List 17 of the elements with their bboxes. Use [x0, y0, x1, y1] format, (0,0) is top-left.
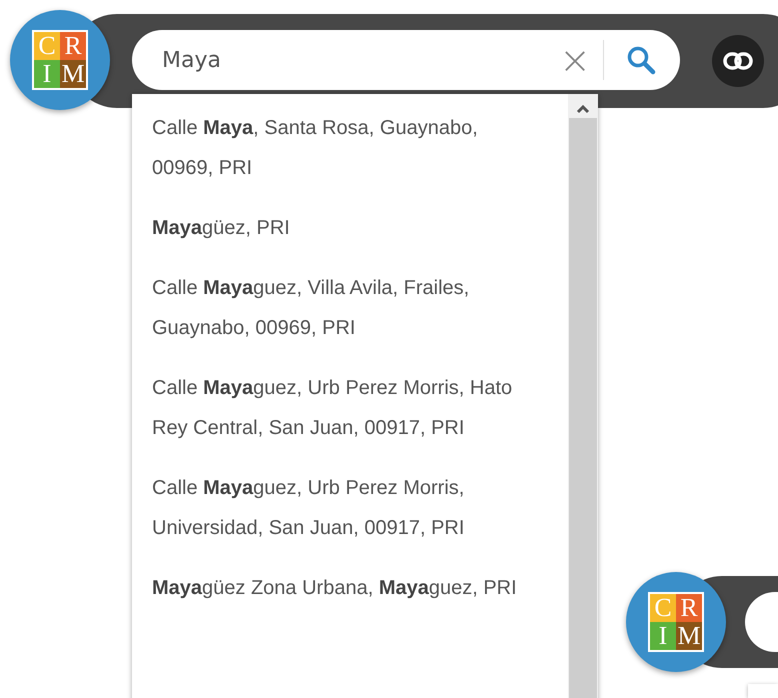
suggestion-item[interactable]: Calle Mayaguez, Villa Avila, Frailes, Guaynabo, 00969, PRI [152, 268, 537, 368]
suggestion-item[interactable]: Calle Maya, Santa Rosa, Guaynabo, 00969, PRI [152, 108, 537, 208]
logo-letter: R [676, 594, 702, 622]
search-field[interactable]: Maya × [132, 30, 680, 90]
suggestion-item[interactable]: Calle Mayaguez, Urb Perez Morris, Hato Rey Central, San Juan, 00917, PRI [152, 368, 537, 468]
suggestion-item[interactable]: Mayagüez, PRI [152, 208, 537, 268]
suggestion-item[interactable]: Calle Mayaguez, Urb Perez Morris, Universidad, San Juan, 00917, PRI [152, 468, 537, 568]
logo-letter: M [60, 60, 86, 88]
logo-letter: R [60, 32, 86, 60]
scroll-up-icon[interactable] [576, 104, 590, 114]
logo-letter: C [34, 32, 60, 60]
clear-button[interactable]: × [547, 41, 603, 79]
logo-letter: M [676, 622, 702, 650]
logo-letter: C [650, 594, 676, 622]
logo-letter: I [34, 60, 60, 88]
suggestion-item[interactable]: Mayagüez Zona Urbana, Mayaguez, PRI [152, 568, 537, 628]
logo-letter: I [650, 622, 676, 650]
